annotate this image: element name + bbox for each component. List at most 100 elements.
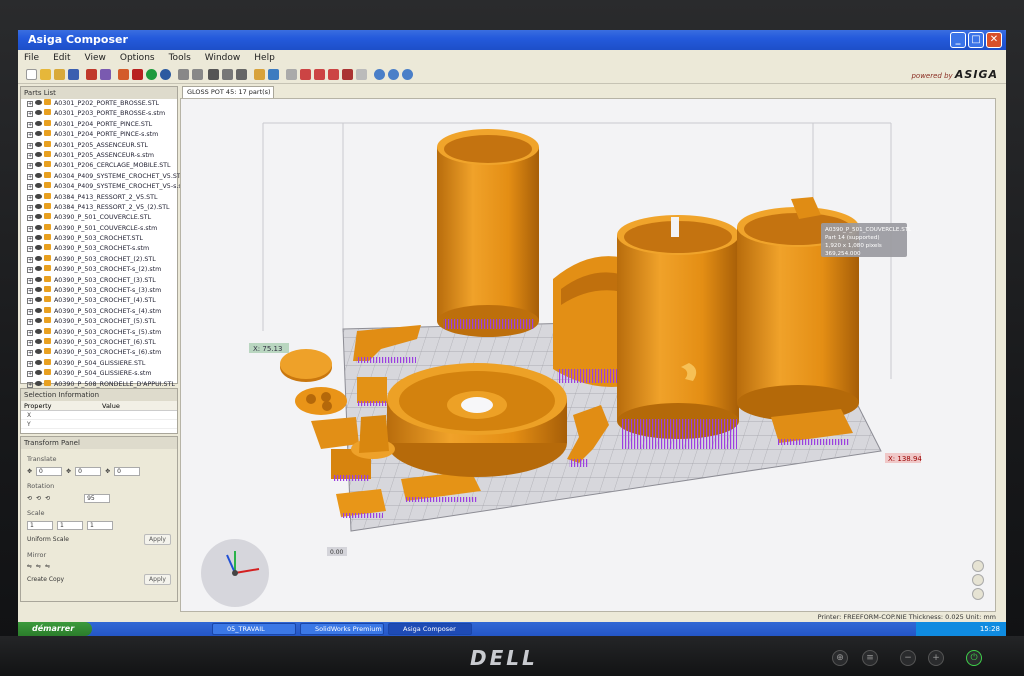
- list-item[interactable]: + A0304_P409_SYSTEME_CROCHET_V5-s.s...: [21, 182, 188, 192]
- expand-icon[interactable]: +: [27, 215, 33, 222]
- expand-icon[interactable]: +: [27, 319, 33, 326]
- rotate-tool-icon[interactable]: [972, 574, 984, 586]
- redo-icon[interactable]: [192, 69, 203, 80]
- list-item[interactable]: + A0384_P413_RESSORT_2_V5_(2).STL: [21, 202, 177, 213]
- task-solidworks[interactable]: SolidWorks Premium 2...: [300, 623, 384, 635]
- 3d-viewport[interactable]: X: 75.13 X: 138.94 0.00 A0390_P_501_COUV…: [180, 98, 996, 612]
- slice-icon[interactable]: [268, 69, 279, 80]
- visibility-eye-icon[interactable]: [35, 151, 42, 157]
- open-recent-icon[interactable]: [54, 69, 65, 80]
- visibility-eye-icon[interactable]: [35, 131, 42, 137]
- list-item[interactable]: + A0390_P_503_CROCHET.STL: [21, 234, 177, 244]
- list-item[interactable]: + A0301_P206_CERCLAGE_MOBILE.STL: [21, 161, 177, 171]
- expand-icon[interactable]: +: [27, 142, 33, 149]
- visibility-eye-icon[interactable]: [35, 183, 42, 189]
- copy-icon[interactable]: [222, 69, 233, 80]
- list-item[interactable]: + A0390_P_503_CROCHET-s_(4).stm: [21, 306, 177, 317]
- list-item[interactable]: + A0390_P_503_CROCHET-s_(6).stm: [21, 348, 177, 358]
- list-item[interactable]: + A0390_P_504_GLISSIERE.STL: [21, 358, 177, 369]
- print-icon[interactable]: [118, 69, 129, 80]
- visibility-eye-icon[interactable]: [35, 203, 42, 209]
- visibility-eye-icon[interactable]: [35, 287, 42, 293]
- rotation-input[interactable]: 95: [84, 494, 111, 503]
- list-item[interactable]: + A0384_P413_RESSORT_2_V5.STL: [21, 192, 177, 203]
- list-item[interactable]: + A0301_P202_PORTE_BROSSE.STL: [21, 99, 177, 109]
- expand-icon[interactable]: +: [27, 121, 33, 128]
- menu-file[interactable]: File: [24, 50, 39, 66]
- view-top-icon[interactable]: [328, 69, 339, 80]
- part-slotted-cylinder[interactable]: [617, 215, 739, 449]
- list-item[interactable]: + A0301_P204_PORTE_PINCE.STL: [21, 119, 177, 130]
- start-button[interactable]: démarrer: [18, 622, 92, 636]
- stop-icon[interactable]: [132, 69, 143, 80]
- expand-icon[interactable]: +: [27, 184, 33, 191]
- list-item[interactable]: + A0390_P_501_COUVERCLE.STL: [21, 213, 177, 223]
- part-disc[interactable]: [280, 349, 332, 382]
- list-item[interactable]: + A0390_P_503_CROCHET_(6).STL: [21, 337, 177, 348]
- undo-icon[interactable]: [178, 69, 189, 80]
- visibility-eye-icon[interactable]: [35, 276, 42, 282]
- window-title-bar[interactable]: Asiga Composer _ □ ✕: [18, 30, 1006, 50]
- expand-icon[interactable]: +: [27, 288, 33, 295]
- task-folder-05-travail[interactable]: 05_TRAVAIL: [212, 623, 296, 635]
- visibility-eye-icon[interactable]: [35, 235, 42, 241]
- mirror-y-icon[interactable]: ⇋: [36, 563, 41, 570]
- visibility-eye-icon[interactable]: [35, 297, 42, 303]
- menu-tools[interactable]: Tools: [169, 50, 191, 66]
- view-bottom-icon[interactable]: [342, 69, 353, 80]
- mirror-apply-button[interactable]: Apply: [144, 574, 171, 585]
- list-item[interactable]: + A0301_P204_PORTE_PINCE-s.stm: [21, 130, 177, 140]
- new-file-icon[interactable]: [26, 69, 37, 80]
- visibility-eye-icon[interactable]: [35, 349, 42, 355]
- expand-icon[interactable]: +: [27, 236, 33, 243]
- expand-icon[interactable]: +: [27, 132, 33, 139]
- list-item[interactable]: + A0390_P_503_CROCHET-s_(5).stm: [21, 327, 177, 338]
- visibility-eye-icon[interactable]: [35, 359, 42, 365]
- zoom-fit-icon[interactable]: [374, 69, 385, 80]
- menu-view[interactable]: View: [85, 50, 106, 66]
- expand-icon[interactable]: +: [27, 350, 33, 357]
- visibility-eye-icon[interactable]: [35, 370, 42, 376]
- list-item[interactable]: + A0390_P_503_CROCHET-s_(3).stm: [21, 286, 177, 296]
- tab-build-plate[interactable]: GLOSS POT 45: 17 part(s): [182, 86, 274, 98]
- visibility-eye-icon[interactable]: [35, 307, 42, 313]
- translate-x-input[interactable]: 0: [36, 467, 63, 476]
- visibility-eye-icon[interactable]: [35, 318, 42, 324]
- expand-icon[interactable]: +: [27, 194, 33, 201]
- translate-z-input[interactable]: 0: [114, 467, 141, 476]
- menu-options[interactable]: Options: [120, 50, 155, 66]
- expand-icon[interactable]: +: [27, 246, 33, 253]
- zoom-out-icon[interactable]: [402, 69, 413, 80]
- visibility-eye-icon[interactable]: [35, 141, 42, 147]
- view-front-icon[interactable]: [300, 69, 311, 80]
- scale-x-input[interactable]: 1: [27, 521, 53, 530]
- expand-icon[interactable]: +: [27, 256, 33, 263]
- add-part-icon[interactable]: [86, 69, 97, 80]
- expand-icon[interactable]: +: [27, 277, 33, 284]
- translate-y-input[interactable]: 0: [75, 467, 102, 476]
- part-triple-holes[interactable]: [295, 387, 347, 415]
- expand-icon[interactable]: +: [27, 225, 33, 232]
- visibility-eye-icon[interactable]: [35, 380, 42, 386]
- axis-gizmo[interactable]: [201, 539, 269, 607]
- uniform-scale-checkbox[interactable]: Uniform Scale: [27, 536, 69, 543]
- open-folder-icon[interactable]: [40, 69, 51, 80]
- list-item[interactable]: + A0390_P_503_CROCHET-s.stm: [21, 244, 177, 254]
- expand-icon[interactable]: +: [27, 339, 33, 346]
- view-iso-icon[interactable]: [286, 69, 297, 80]
- rotate-z-icon[interactable]: ⟲: [45, 495, 50, 502]
- support-icon[interactable]: [254, 69, 265, 80]
- expand-icon[interactable]: +: [27, 152, 33, 159]
- menu-window[interactable]: Window: [205, 50, 241, 66]
- menu-edit[interactable]: Edit: [53, 50, 70, 66]
- list-item[interactable]: + A0301_P205_ASSENCEUR-s.stm: [21, 150, 177, 161]
- expand-icon[interactable]: +: [27, 371, 33, 378]
- expand-icon[interactable]: +: [27, 298, 33, 305]
- menu-help[interactable]: Help: [254, 50, 275, 66]
- expand-icon[interactable]: +: [27, 163, 33, 170]
- list-item[interactable]: + A0304_P409_SYSTEME_CROCHET_V5.STL: [21, 171, 184, 182]
- rotate-y-icon[interactable]: ⟲: [36, 495, 41, 502]
- visibility-eye-icon[interactable]: [35, 162, 42, 168]
- zoom-tool-icon[interactable]: [972, 588, 984, 600]
- visibility-eye-icon[interactable]: [35, 328, 42, 334]
